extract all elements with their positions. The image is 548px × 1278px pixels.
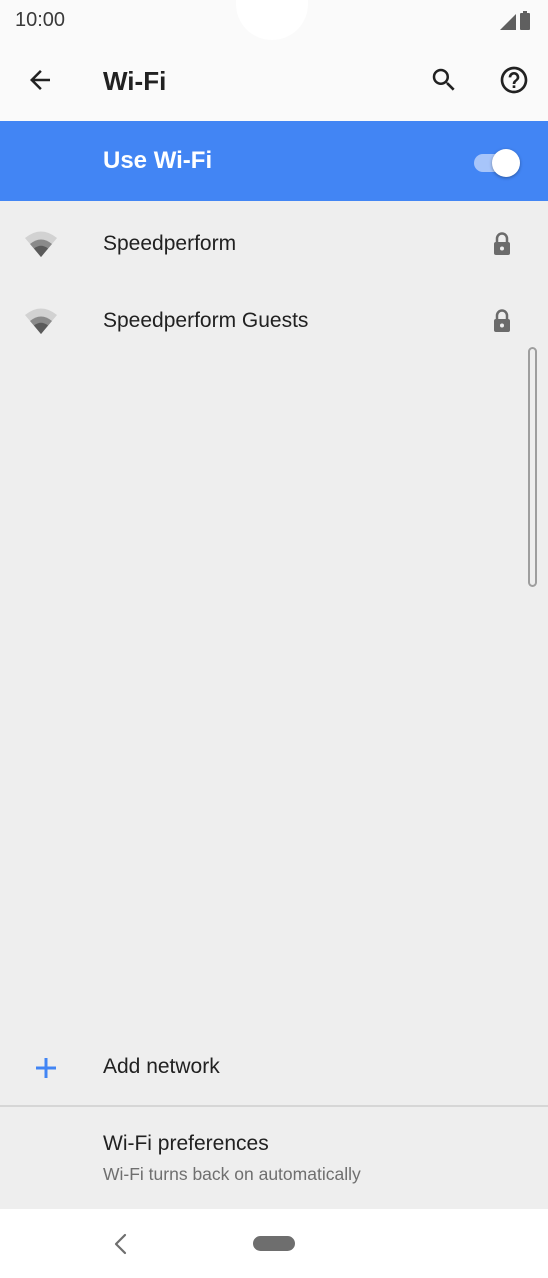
wifi-preferences-subtitle: Wi-Fi turns back on automatically bbox=[103, 1164, 361, 1184]
status-icons bbox=[498, 10, 532, 32]
back-button[interactable] bbox=[16, 56, 64, 104]
scrollbar[interactable] bbox=[528, 347, 537, 587]
status-time: 10:00 bbox=[15, 9, 66, 31]
use-wifi-toggle-row[interactable]: Use Wi-Fi bbox=[0, 121, 548, 201]
network-name: Speedperform bbox=[103, 232, 237, 255]
help-icon bbox=[500, 66, 528, 94]
add-network-label: Add network bbox=[103, 1055, 220, 1078]
wifi-preferences-title: Wi-Fi preferences bbox=[103, 1132, 269, 1155]
wifi-icon bbox=[25, 231, 57, 257]
wifi-switch[interactable] bbox=[472, 146, 522, 178]
search-icon bbox=[432, 68, 455, 91]
switch-thumb bbox=[492, 149, 520, 177]
back-arrow-icon bbox=[30, 70, 50, 90]
network-item[interactable]: Speedperform Guests bbox=[0, 282, 548, 360]
plus-icon bbox=[36, 1058, 56, 1078]
divider bbox=[0, 1105, 548, 1107]
add-network-button[interactable]: Add network bbox=[0, 1036, 548, 1102]
signal-icon bbox=[500, 14, 516, 30]
battery-icon bbox=[520, 11, 530, 30]
search-button[interactable] bbox=[420, 56, 468, 104]
wifi-preferences-item[interactable]: Wi-Fi preferences Wi-Fi turns back on au… bbox=[0, 1108, 548, 1208]
status-bar: 10:00 bbox=[0, 0, 548, 42]
use-wifi-label: Use Wi-Fi bbox=[103, 147, 213, 174]
network-name: Speedperform Guests bbox=[103, 309, 309, 332]
page-title: Wi-Fi bbox=[103, 66, 167, 96]
wifi-settings-screen: 10:00 Wi-Fi Use Wi-Fi Speedperform Speed… bbox=[0, 0, 548, 1278]
home-pill[interactable] bbox=[253, 1236, 295, 1251]
help-button[interactable] bbox=[490, 56, 538, 104]
nav-back-icon[interactable] bbox=[106, 1229, 134, 1259]
navigation-bar bbox=[0, 1209, 548, 1278]
network-item[interactable]: Speedperform bbox=[0, 205, 548, 283]
wifi-icon bbox=[25, 308, 57, 334]
app-bar: Wi-Fi bbox=[0, 42, 548, 121]
lock-icon bbox=[494, 309, 510, 332]
camera-notch bbox=[236, 0, 308, 40]
lock-icon bbox=[494, 232, 510, 255]
